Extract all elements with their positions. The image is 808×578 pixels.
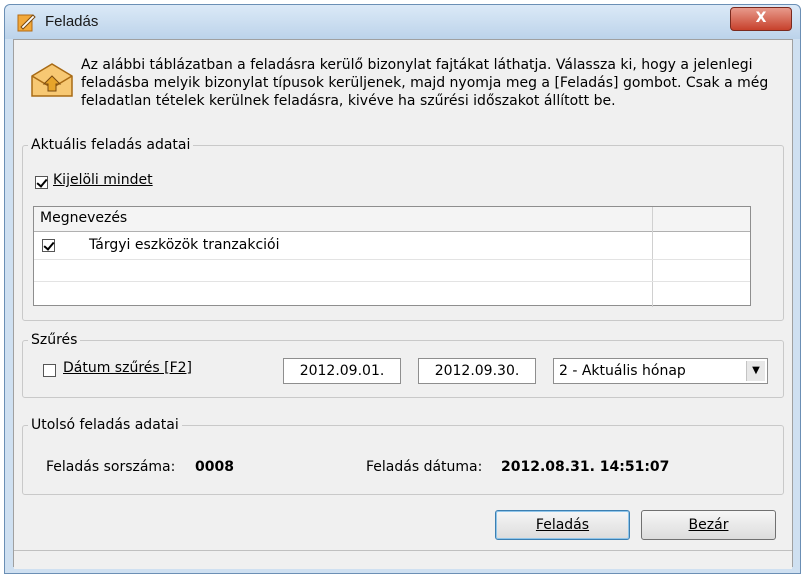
- close-window-button[interactable]: X: [730, 7, 792, 31]
- intro-text: Az alábbi táblázatban a feladásra kerülő…: [81, 57, 769, 109]
- date-filter-checkbox[interactable]: [43, 364, 56, 377]
- date-from-input[interactable]: 2012.09.01.: [283, 358, 401, 384]
- last-submission-group: Utolsó feladás adatai Feladás sorszáma: …: [22, 416, 784, 495]
- submission-number-label: Feladás sorszáma:: [46, 459, 176, 475]
- filter-legend: Szűrés: [28, 331, 81, 349]
- chevron-down-icon[interactable]: ▼: [746, 361, 765, 381]
- date-filter-label[interactable]: Dátum szűrés [F2]: [63, 360, 192, 376]
- grid-row-divider: [34, 259, 750, 260]
- dialog-client: Az alábbi táblázatban a feladásra kerülő…: [13, 39, 793, 569]
- grid-row-divider: [34, 281, 750, 282]
- window-title: Feladás: [45, 13, 99, 30]
- period-select[interactable]: 2 - Aktuális hónap ▼: [553, 358, 768, 384]
- submit-button-label: Feladás: [535, 517, 590, 533]
- pen-document-icon: [17, 14, 36, 32]
- column-header-name[interactable]: Megnevezés: [40, 210, 127, 226]
- column-separator: [652, 207, 653, 307]
- select-all-label-text: Kijelöli mindet: [53, 172, 153, 188]
- select-all-label[interactable]: Kijelöli mindet: [53, 172, 153, 188]
- title-bar[interactable]: Feladás X: [5, 5, 800, 39]
- grid-header: Megnevezés: [34, 207, 750, 232]
- filter-group: Szűrés Dátum szűrés [F2] 2012.09.01. 201…: [22, 331, 784, 398]
- current-submission-group: Aktuális feladás adatai Kijelöli mindet …: [22, 136, 784, 321]
- close-button[interactable]: Bezár: [641, 510, 776, 540]
- document-type-grid: Megnevezés Tárgyi eszközök tranzakciói: [33, 206, 751, 307]
- submission-number-value: 0008: [195, 459, 234, 475]
- last-submission-legend: Utolsó feladás adatai: [28, 416, 182, 434]
- dialog-window: Feladás X Az alábbi táblázatban a feladá…: [4, 4, 801, 574]
- grid-row-checkbox[interactable]: [42, 239, 55, 252]
- grid-row-name[interactable]: Tárgyi eszközök tranzakciói: [89, 237, 280, 253]
- status-bar: [14, 550, 792, 569]
- submission-date-label: Feladás dátuma:: [366, 459, 483, 475]
- submission-date-value: 2012.08.31. 14:51:07: [501, 459, 670, 475]
- period-selected-value: 2 - Aktuális hónap: [559, 363, 686, 379]
- current-submission-legend: Aktuális feladás adatai: [28, 136, 194, 154]
- date-to-input[interactable]: 2012.09.30.: [418, 358, 536, 384]
- select-all-checkbox[interactable]: [35, 176, 48, 189]
- submit-button[interactable]: Feladás: [495, 510, 630, 540]
- close-button-label: Bezár: [688, 517, 729, 533]
- envelope-arrow-icon: [31, 63, 73, 97]
